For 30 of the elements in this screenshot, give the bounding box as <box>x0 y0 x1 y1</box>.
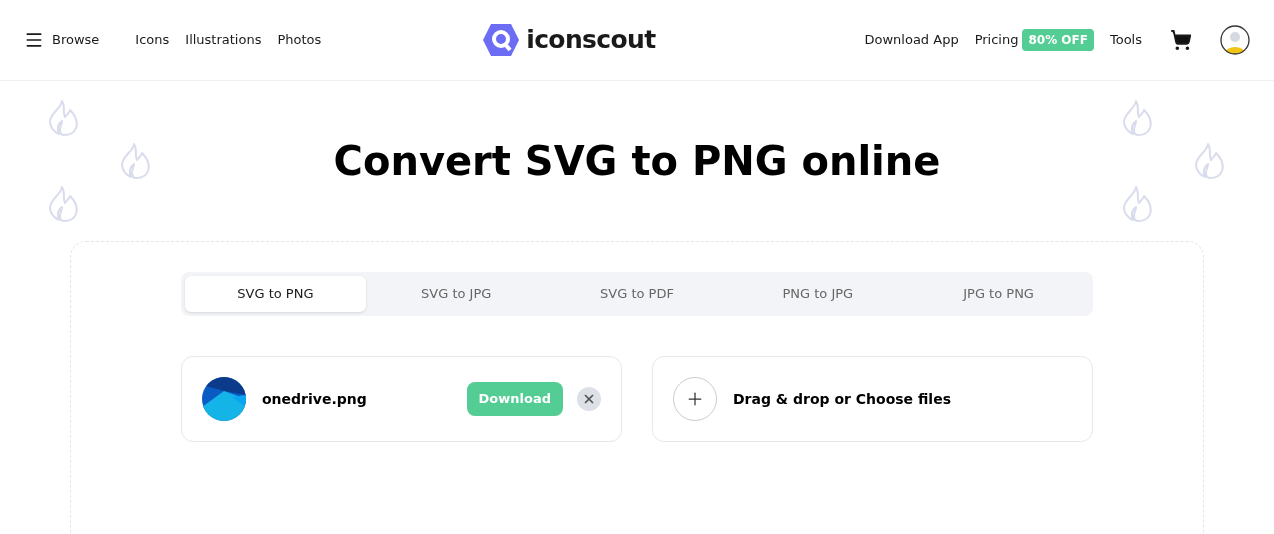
flame-icon <box>48 99 80 137</box>
nav-link[interactable]: Illustrations <box>185 30 262 50</box>
dropzone[interactable]: Drag & drop or Choose files <box>652 356 1093 442</box>
logo[interactable]: iconscout <box>482 21 656 59</box>
cart-icon[interactable] <box>1170 29 1192 51</box>
avatar-icon[interactable] <box>1220 25 1250 55</box>
tab[interactable]: JPG to PNG <box>908 276 1089 312</box>
dropzone-label: Drag & drop or Choose files <box>733 389 951 409</box>
tab[interactable]: SVG to JPG <box>365 276 547 312</box>
nav-link[interactable]: Pricing <box>974 30 1019 50</box>
flame-icon <box>48 185 80 223</box>
tab[interactable]: SVG to PNG <box>185 276 366 312</box>
logo-icon <box>482 23 521 57</box>
close-icon <box>582 392 596 406</box>
flame-icon <box>1122 185 1154 223</box>
flame-icon <box>1122 99 1154 137</box>
tab[interactable]: SVG to PDF <box>546 276 728 312</box>
discount-badge: 80% OFF <box>1022 29 1094 51</box>
close-button[interactable] <box>577 387 601 411</box>
browse-button[interactable]: Browse <box>24 30 100 50</box>
nav-link[interactable]: Icons <box>135 30 170 50</box>
flame-icon <box>120 142 152 180</box>
file-name: onedrive.png <box>262 389 367 409</box>
nav-link[interactable]: Download App <box>864 30 959 50</box>
flame-icon <box>1194 142 1226 180</box>
nav-link[interactable]: Photos <box>277 30 322 50</box>
tab[interactable]: PNG to JPG <box>727 276 909 312</box>
nav-link[interactable]: Tools <box>1109 30 1142 50</box>
page-title: Convert SVG to PNG online <box>333 137 941 186</box>
menu-icon <box>24 30 44 50</box>
